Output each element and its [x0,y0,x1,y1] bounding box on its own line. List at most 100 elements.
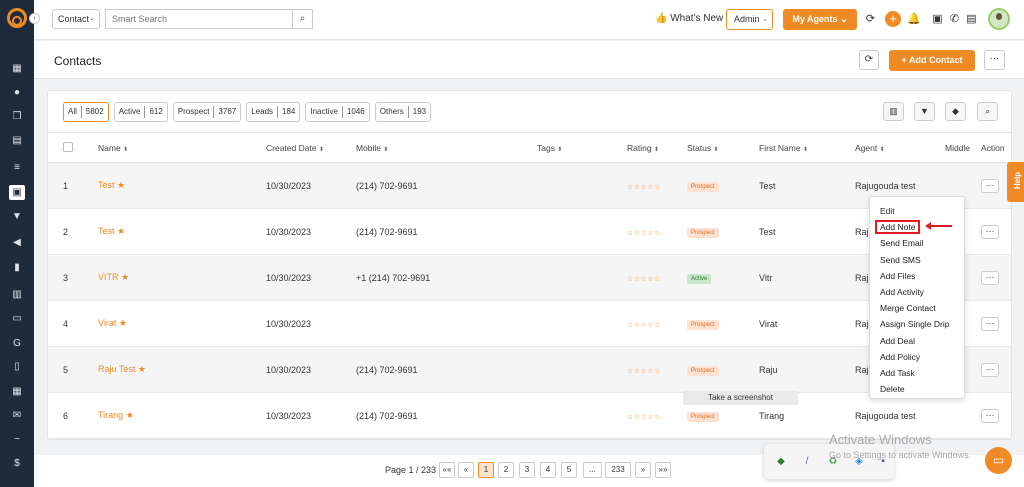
more-options-button[interactable]: ··· [984,50,1005,70]
document-icon[interactable]: ▤ [10,135,24,147]
star-icon[interactable]: ★ [117,226,125,236]
row-action-button[interactable]: ··· [981,178,999,193]
app-logo[interactable] [2,3,32,33]
table-row[interactable]: 1 Test ★ 10/30/2023 (214) 702-9691 ☆☆☆☆☆… [48,162,1011,209]
star-icon[interactable]: ★ [117,180,125,190]
mail-icon[interactable]: ✉ [10,410,24,422]
column-tags[interactable]: Tags ⬍ [537,132,627,163]
last-page-button[interactable]: »» [655,462,671,478]
whats-new-link[interactable]: 👍 What's New [655,13,723,24]
user-avatar[interactable] [988,8,1010,30]
row-action-button[interactable]: ··· [981,224,999,239]
column-status[interactable]: Status ⬍ [687,132,759,163]
filter-others[interactable]: Others 193 [374,102,432,122]
role-select[interactable]: Admin ⌄ [726,9,773,30]
clipboard-icon[interactable]: ▯ [10,361,24,373]
shield-icon[interactable]: ◆ [775,456,787,468]
page-button[interactable]: 1 [478,462,494,478]
rating-stars[interactable]: ☆☆☆☆☆ [627,184,661,191]
first-page-button[interactable]: «« [439,462,455,478]
bell-icon[interactable]: 🔔 [907,12,921,26]
columns-icon[interactable]: ▥ [883,102,904,121]
search-icon[interactable]: ⌕ [977,102,998,121]
calculator-icon[interactable]: ▤ [965,12,978,26]
column-agent[interactable]: Agent ⬍ [855,132,945,163]
table-row[interactable]: 2 Test ★ 10/30/2023 (214) 702-9691 ☆☆☆☆☆… [48,208,1011,255]
menu-item-add-policy[interactable]: Add Policy [870,349,964,365]
rating-stars[interactable]: ☆☆☆☆☆ [627,276,661,283]
pen-icon[interactable]: / [801,456,813,468]
column-created-date[interactable]: Created Date ⬍ [266,132,356,163]
row-action-button[interactable]: ··· [981,408,999,423]
table-row[interactable]: 5 Raju Test ★ 10/30/2023 (214) 702-9691 … [48,346,1011,393]
my-agents-button[interactable]: My Agents ⌄ [783,9,857,30]
tag-icon[interactable]: ◆ [945,102,966,121]
copy-icon[interactable]: ❐ [10,111,24,123]
quick-add-icon[interactable]: + [885,11,901,27]
help-tab[interactable]: Help [1007,162,1024,202]
contact-name-link[interactable]: Test [98,180,115,190]
search-icon[interactable]: ⌕ [292,9,313,29]
row-action-button[interactable]: ··· [981,362,999,377]
column-name[interactable]: Name ⬍ [98,132,266,163]
contact-name-link[interactable]: Tirang [98,410,123,420]
add-contact-button[interactable]: + Add Contact [889,50,975,71]
row-action-button[interactable]: ··· [981,316,999,331]
contact-name-link[interactable]: Virat [98,318,116,328]
list-icon[interactable]: ≡ [10,162,24,174]
refresh-icon[interactable]: ⟳ [864,12,877,26]
page-button[interactable]: 2 [498,462,514,478]
table-row[interactable]: 4 Virat ★ 10/30/2023 ☆☆☆☆☆ Prospect Vira… [48,300,1011,347]
star-icon[interactable]: ★ [119,318,127,328]
users-icon[interactable]: ● [10,87,24,99]
page-button[interactable]: 4 [540,462,556,478]
smart-search-input[interactable] [105,9,293,29]
menu-item-edit[interactable]: Edit [870,203,964,219]
rating-stars[interactable]: ☆☆☆☆☆ [627,368,661,375]
phone-icon[interactable]: ✆ [948,12,961,26]
menu-item-assign-single-drip[interactable]: Assign Single Drip [870,316,964,332]
dashboard-icon[interactable]: ▦ [10,63,24,75]
menu-item-merge-contact[interactable]: Merge Contact [870,300,964,316]
menu-item-add-activity[interactable]: Add Activity [870,284,964,300]
contact-name-link[interactable]: VITR [98,272,119,282]
search-type-select[interactable]: Contact ⌄ [52,9,100,29]
table-row[interactable]: 3 VITR ★ 10/30/2023 +1 (214) 702-9691 ☆☆… [48,254,1011,301]
prev-page-button[interactable]: « [458,462,474,478]
refresh-button[interactable]: ⟳ [859,50,879,70]
google-icon[interactable]: G [10,338,24,350]
select-all-checkbox[interactable] [63,141,73,152]
filter-active[interactable]: Active 612 [113,102,168,122]
signature-icon[interactable]: ~ [10,434,24,446]
menu-item-send-sms[interactable]: Send SMS [870,252,964,268]
chart-icon[interactable]: ▥ [10,289,24,301]
filter-icon[interactable]: ▼ [10,211,24,223]
dollar-icon[interactable]: $ [10,458,24,470]
rating-stars[interactable]: ☆☆☆☆☆ [627,230,661,237]
rating-stars[interactable]: ☆☆☆☆☆ [627,414,661,421]
menu-item-send-email[interactable]: Send Email [870,235,964,251]
column-mobile[interactable]: Mobile ⬍ [356,132,537,163]
filter-icon[interactable]: ▼ [914,102,935,121]
sidebar-toggle-chevron-icon[interactable]: › [29,13,40,24]
contact-name-link[interactable]: Test [98,226,115,236]
column-middle[interactable]: Middle [945,132,981,163]
menu-item-add-files[interactable]: Add Files [870,268,964,284]
star-icon[interactable]: ★ [138,364,146,374]
book-icon[interactable]: ▮ [10,262,24,274]
contact-name-link[interactable]: Raju Test [98,364,135,374]
menu-item-add-deal[interactable]: Add Deal [870,333,964,349]
filter-all[interactable]: All 5802 [63,102,109,122]
megaphone-icon[interactable]: ◀ [10,237,24,249]
notifications-icon[interactable]: ▣ [931,12,944,26]
chat-icon[interactable]: ▭ [985,447,1012,474]
column-rating[interactable]: Rating ⬍ [627,132,687,163]
menu-item-add-task[interactable]: Add Task [870,365,964,381]
calendar-icon[interactable]: ▦ [10,386,24,398]
column-first-name[interactable]: First Name ⬍ [759,132,855,163]
filter-prospect[interactable]: Prospect 3767 [172,102,242,122]
menu-item-add-note[interactable]: Add Note [870,219,964,235]
star-icon[interactable]: ★ [121,272,129,282]
rating-stars[interactable]: ☆☆☆☆☆ [627,322,661,329]
row-action-button[interactable]: ··· [981,270,999,285]
